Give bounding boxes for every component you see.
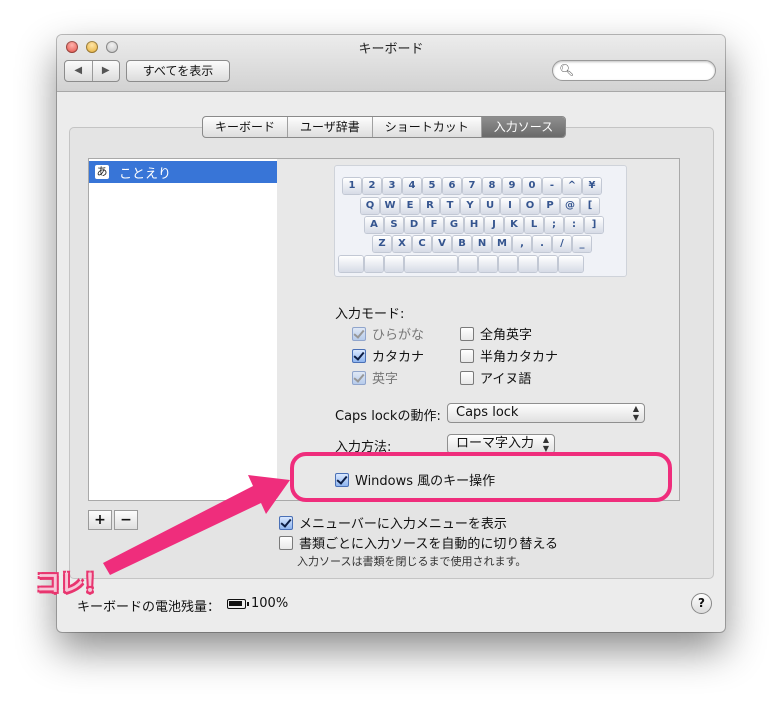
arrow-annotation (103, 475, 290, 575)
annotation-label: コレ！ (36, 569, 108, 597)
arrow-icon (103, 475, 290, 575)
